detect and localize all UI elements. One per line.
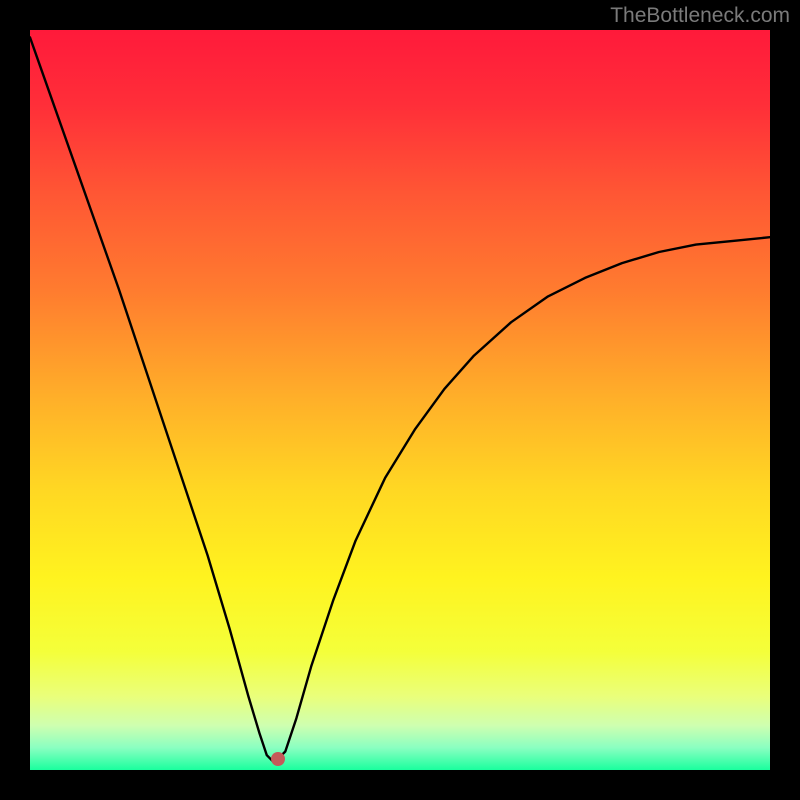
- chart-frame: TheBottleneck.com: [0, 0, 800, 800]
- minimum-marker-dot: [271, 752, 285, 766]
- plot-area: [30, 30, 770, 770]
- watermark-text: TheBottleneck.com: [610, 4, 790, 28]
- bottleneck-curve: [30, 30, 770, 770]
